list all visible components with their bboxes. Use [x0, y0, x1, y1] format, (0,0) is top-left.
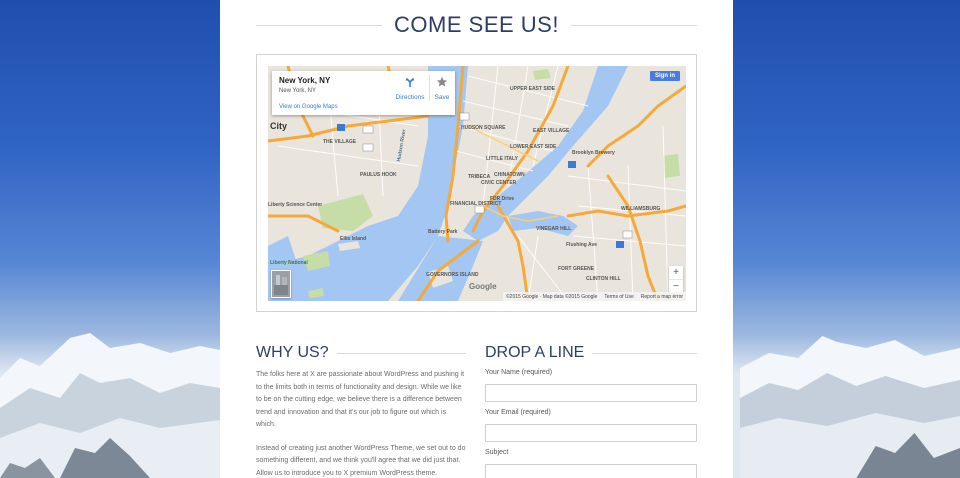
map-label-upper-east-side: UPPER EAST SIDE [510, 86, 556, 92]
map-label-ellis-island: Ellis Island [340, 236, 367, 242]
map-label-liberty-science-center: Liberty Science Center [268, 202, 323, 208]
map-label-fort-greene: FORT GREENE [558, 266, 595, 272]
report-map-error-link[interactable]: Report a map error [641, 294, 683, 300]
view-on-google-maps-link[interactable]: View on Google Maps [279, 104, 338, 110]
map-label-hudson-square: HUDSON SQUARE [461, 125, 506, 131]
info-card-divider [429, 75, 430, 101]
map-label-brooklyn-brewery: Brooklyn Brewery [572, 150, 615, 156]
contact-title: DROP A LINE [485, 344, 585, 361]
map-label-governors-island: GOVERNORS ISLAND [426, 272, 479, 278]
map-sign-in-button[interactable]: Sign in [650, 71, 680, 81]
map-label-williamsburg: WILLIAMSBURG [621, 206, 661, 212]
map-label-lower-east-side: LOWER EAST SIDE [510, 144, 557, 150]
mountain-backdrop-left [0, 328, 220, 478]
email-field[interactable] [485, 424, 697, 442]
title-rule-right [570, 24, 698, 26]
why-us-paragraph: The folks here at X are passionate about… [256, 371, 465, 428]
why-us-header: WHY US? [256, 340, 466, 366]
map-info-card: New York, NY New York, NY View on Google… [272, 71, 455, 115]
info-card-address: New York, NY [279, 88, 317, 94]
zoom-in-button[interactable]: + [669, 266, 683, 280]
map-zoom-control: + − [669, 266, 683, 294]
google-logo: Google [469, 282, 497, 291]
map-copyright: ©2015 Google · Map data ©2015 Google [506, 293, 598, 300]
map-label-liberty-national: Liberty National [270, 260, 308, 266]
name-field-label: Your Name (required) [485, 369, 553, 376]
map-label-civic-center: CIVIC CENTER [481, 180, 517, 186]
page-title: COME SEE US! [394, 12, 559, 37]
info-card-place: New York, NY [279, 76, 331, 85]
contact-header: DROP A LINE [485, 340, 697, 366]
subject-field-label: Subject [485, 449, 509, 456]
why-us-section: WHY US? The folks here at X are passiona… [256, 340, 466, 478]
map-attribution: ©2015 Google · Map data ©2015 Google Ter… [503, 292, 686, 301]
street-view-thumbnail[interactable] [271, 270, 291, 298]
save-button[interactable]: Save [432, 75, 452, 101]
mountain-backdrop-right [740, 328, 960, 478]
save-label: Save [434, 94, 450, 101]
name-field[interactable] [485, 384, 697, 402]
street-view-icon [272, 271, 290, 297]
map-label-fdr-drive: FDR Drive [490, 196, 515, 202]
directions-arrow-icon [405, 77, 415, 87]
google-map[interactable]: City THE VILLAGE PAULUS HOOK Liberty Sci… [268, 66, 686, 301]
content-panel: COME SEE US! City THE VILLAGE PAULUS HOO… [220, 0, 733, 478]
terms-of-use-link[interactable]: Terms of Use [604, 294, 633, 300]
map-frame: City THE VILLAGE PAULUS HOOK Liberty Sci… [256, 54, 697, 312]
map-label-clinton-hill: CLINTON HILL [586, 276, 621, 282]
map-label-paulus-hook: PAULUS HOOK [360, 172, 397, 178]
map-label-flushing-ave: Flushing Ave [566, 242, 598, 248]
map-label-vinegar-hill: VINEGAR HILL [536, 226, 572, 232]
map-label-east-village: EAST VILLAGE [533, 128, 570, 134]
directions-button[interactable]: Directions [390, 75, 430, 101]
why-us-paragraph: Instead of creating just another WordPre… [256, 444, 466, 477]
directions-label: Directions [395, 94, 425, 101]
map-label-city: City [270, 121, 288, 131]
map-label-little-italy: LITTLE ITALY [486, 156, 518, 162]
why-us-title: WHY US? [256, 344, 329, 361]
contact-section: DROP A LINE Your Name (required) Your Em… [485, 340, 697, 478]
why-us-rule [336, 352, 466, 354]
star-icon [436, 76, 448, 87]
email-field-label: Your Email (required) [485, 409, 551, 416]
map-label-battery-park: Battery Park [428, 229, 458, 235]
section-header: COME SEE US! [256, 10, 698, 40]
map-label-the-village: THE VILLAGE [323, 139, 357, 145]
contact-rule [592, 352, 697, 354]
title-rule-left [256, 24, 383, 26]
subject-field[interactable] [485, 464, 697, 478]
why-us-body: The folks here at X are passionate about… [256, 369, 466, 478]
map-label-chinatown: CHINATOWN [494, 172, 525, 178]
